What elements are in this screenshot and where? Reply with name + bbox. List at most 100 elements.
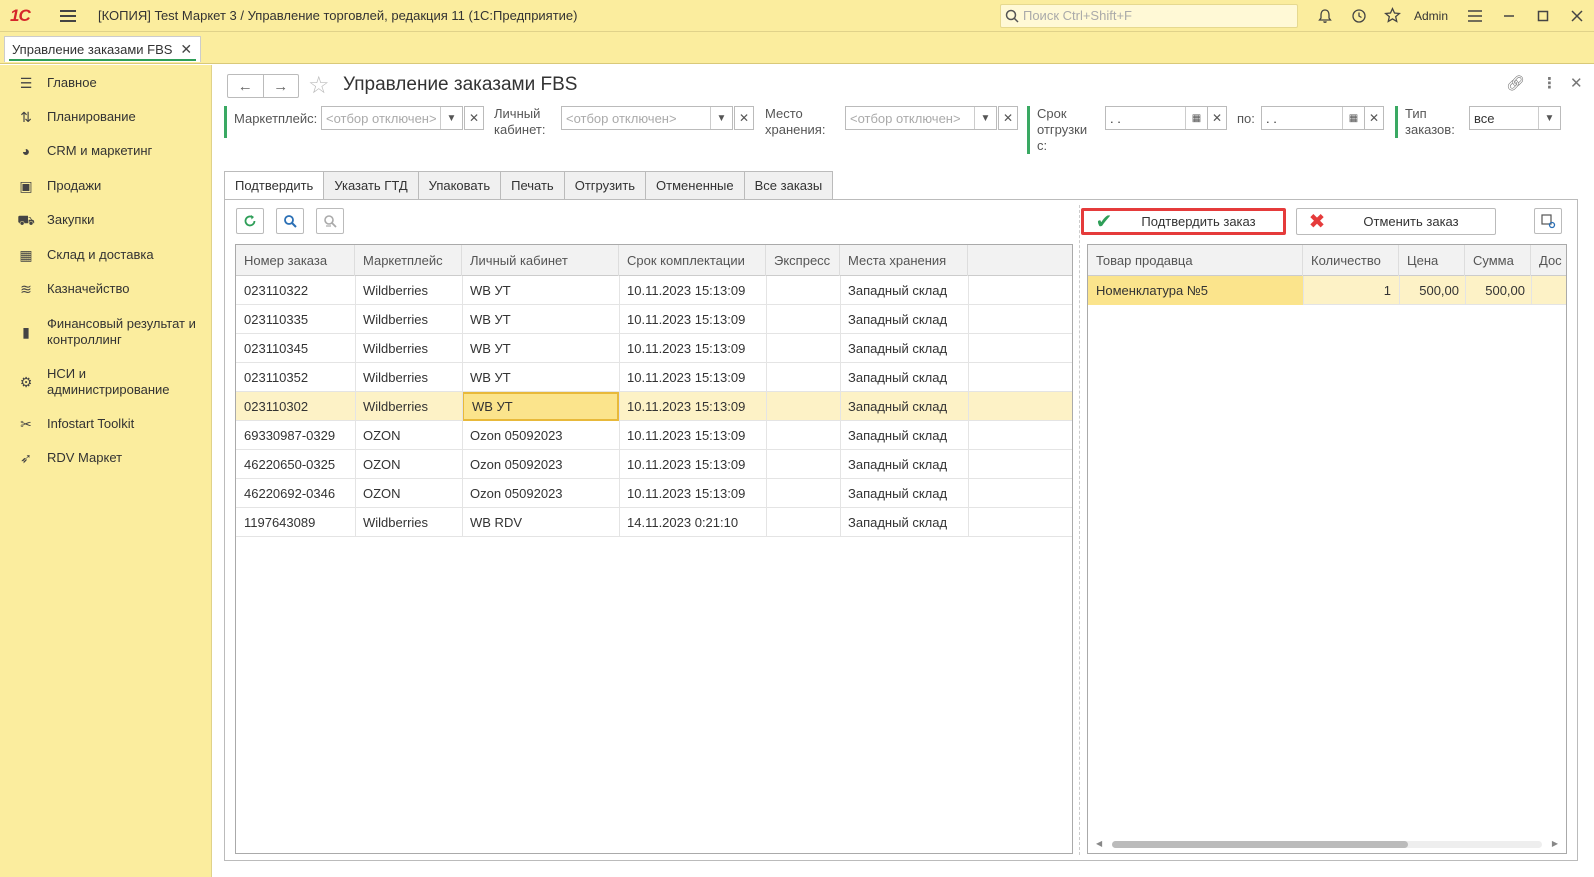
sidebar-item-rdv[interactable]: ➶ RDV Маркет	[0, 450, 212, 466]
history-icon[interactable]	[1342, 0, 1376, 32]
column-header[interactable]: Срок комплектации	[619, 245, 766, 276]
cabinet-filter[interactable]: <отбор отключен> ▼	[561, 106, 733, 130]
sidebar-item-infostart[interactable]: ✂ Infostart Toolkit	[0, 416, 212, 432]
order-type-select[interactable]: все ▼	[1469, 106, 1561, 130]
clear-search-button[interactable]	[316, 208, 344, 234]
horizontal-scrollbar[interactable]: ◀ ▶	[1096, 839, 1558, 849]
minimize-icon[interactable]	[1492, 0, 1526, 32]
ship-to-clear-icon[interactable]: ✕	[1364, 106, 1384, 130]
tab-print[interactable]: Печать	[501, 171, 565, 200]
table-row[interactable]: 023110322 Wildberries WB УТ 10.11.2023 15:1…	[236, 276, 1072, 305]
open-tab-fbs[interactable]: Управление заказами FBS ✕	[4, 36, 202, 62]
sidebar-item-admin[interactable]: ⚙ НСИ и администрирование	[0, 366, 212, 398]
table-row[interactable]: 023110302 Wildberries WB УТ 10.11.2023 15:1…	[236, 392, 1072, 421]
user-name[interactable]: Admin	[1414, 9, 1448, 23]
back-arrow-icon[interactable]: ←	[228, 75, 264, 97]
table-row[interactable]: 46220692-0346 OZON Ozon 05092023 10.11.2023…	[236, 479, 1072, 508]
link-icon[interactable]: 🔗︎	[1506, 74, 1525, 92]
bar-chart-icon: ▮	[22, 324, 30, 340]
refresh-button[interactable]	[236, 208, 264, 234]
column-header[interactable]: Личный кабинет	[462, 245, 619, 276]
sidebar-item-warehouse[interactable]: ▦ Склад и доставка	[0, 247, 212, 263]
sidebar-item-crm[interactable]: ◕ CRM и маркетинг	[0, 143, 212, 159]
favorites-star-icon[interactable]	[1376, 0, 1410, 32]
sidebar-item-finance[interactable]: ▮ Финансовый результат и контроллинг	[0, 316, 212, 348]
table-cell: Западный склад	[848, 486, 948, 501]
table-row[interactable]: 023110345 Wildberries WB УТ 10.11.2023 15:1…	[236, 334, 1072, 363]
menu-lines-icon: ☰	[19, 75, 33, 91]
settings-lines-icon[interactable]	[1458, 0, 1492, 32]
global-search-input[interactable]: Поиск Ctrl+Shift+F	[999, 3, 1298, 28]
table-row[interactable]: 023110335 Wildberries WB УТ 10.11.2023 15:1…	[236, 305, 1072, 334]
column-header[interactable]: Сумма	[1465, 245, 1531, 276]
calendar-icon[interactable]: ▦	[1185, 107, 1207, 129]
scroll-thumb[interactable]	[1112, 841, 1408, 848]
ship-to-date-field[interactable]: . . ▦	[1261, 106, 1365, 130]
main-menu-icon[interactable]	[60, 9, 78, 23]
column-header[interactable]: Товар продавца	[1088, 245, 1303, 276]
column-header[interactable]: Цена	[1399, 245, 1465, 276]
dropdown-arrow-icon[interactable]: ▼	[710, 107, 732, 129]
forward-arrow-icon[interactable]: →	[264, 75, 299, 97]
close-form-icon[interactable]: ✕	[1570, 74, 1583, 92]
table-cell: 46220692-0346	[244, 486, 336, 501]
sidebar-item-purchases[interactable]: ⛟ Закупки	[0, 212, 212, 228]
dropdown-arrow-icon[interactable]: ▼	[1538, 107, 1560, 129]
settings-button[interactable]	[1534, 208, 1562, 234]
confirm-order-button[interactable]: ✔ Подтвердить заказ	[1081, 208, 1286, 235]
table-row[interactable]: 023110352 Wildberries WB УТ 10.11.2023 15:1…	[236, 363, 1072, 392]
search-button[interactable]	[276, 208, 304, 234]
dropdown-arrow-icon[interactable]: ▼	[440, 107, 462, 129]
marketplace-clear-icon[interactable]: ✕	[464, 106, 484, 130]
column-header[interactable]: Экспресс	[766, 245, 840, 276]
calendar-icon[interactable]: ▦	[1342, 107, 1364, 129]
table-cell	[766, 421, 840, 450]
table-cell: 1197643089	[244, 515, 316, 530]
table-cell	[766, 276, 840, 305]
cabinet-clear-icon[interactable]: ✕	[734, 106, 754, 130]
table-row[interactable]: 46220650-0325 OZON Ozon 05092023 10.11.2023…	[236, 450, 1072, 479]
table-cell: OZON	[363, 428, 401, 443]
ship-from-date-field[interactable]: . . ▦	[1105, 106, 1208, 130]
column-header[interactable]: Места хранения	[840, 245, 968, 276]
close-tab-icon[interactable]: ✕	[180, 41, 192, 58]
sidebar-item-main[interactable]: ☰ Главное	[0, 75, 212, 91]
sidebar-item-sales[interactable]: ▣ Продажи	[0, 178, 212, 194]
marketplace-filter[interactable]: <отбор отключен> ▼	[321, 106, 463, 130]
orders-table[interactable]: Номер заказа Маркетплейс Личный кабинет …	[235, 244, 1073, 854]
table-row[interactable]: 69330987-0329 OZON Ozon 05092023 10.11.2023…	[236, 421, 1072, 450]
sidebar-item-treasury[interactable]: ≋ Казначейство	[0, 281, 212, 297]
panel-splitter[interactable]	[1079, 205, 1080, 855]
maximize-icon[interactable]	[1526, 0, 1560, 32]
dropdown-arrow-icon[interactable]: ▼	[974, 107, 996, 129]
favorite-star-icon[interactable]: ☆	[308, 71, 330, 100]
table-row[interactable]: Номенклатура №5 1 500,00 500,00	[1088, 276, 1566, 305]
items-table[interactable]: Товар продавца Количество Цена Сумма Дос…	[1087, 244, 1567, 854]
sidebar-item-label: CRM и маркетинг	[47, 143, 153, 158]
table-cell	[766, 392, 840, 421]
column-header[interactable]: Количество	[1303, 245, 1399, 276]
sidebar-item-label: Продажи	[47, 178, 102, 193]
close-window-icon[interactable]	[1560, 0, 1594, 32]
bell-icon[interactable]	[1308, 0, 1342, 32]
tab-ship[interactable]: Отгрузить	[564, 171, 647, 200]
table-row[interactable]: 1197643089 Wildberries WB RDV 14.11.2023 0:…	[236, 508, 1072, 537]
storage-clear-icon[interactable]: ✕	[998, 106, 1018, 130]
ship-from-clear-icon[interactable]: ✕	[1207, 106, 1227, 130]
column-header[interactable]: Дос	[1531, 245, 1566, 276]
storage-filter[interactable]: <отбор отключен> ▼	[845, 106, 997, 130]
scroll-left-icon[interactable]: ◀	[1096, 839, 1102, 848]
tab-all-orders[interactable]: Все заказы	[744, 171, 834, 200]
marketplace-label: Маркетплейс:	[234, 111, 318, 126]
sidebar-item-planning[interactable]: ⇅ Планирование	[0, 109, 212, 125]
tab-confirm[interactable]: Подтвердить	[224, 171, 325, 200]
cancel-order-button[interactable]: ✖ Отменить заказ	[1296, 208, 1496, 235]
tab-cancelled[interactable]: Отмененные	[646, 171, 745, 200]
tab-pack[interactable]: Упаковать	[418, 171, 502, 200]
column-header[interactable]: Маркетплейс	[355, 245, 462, 276]
more-vertical-icon[interactable]: ⋮	[1542, 74, 1557, 92]
tab-specify-gtd[interactable]: Указать ГТД	[324, 171, 419, 200]
table-cell: 10.11.2023 15:13:09	[627, 399, 746, 414]
scroll-right-icon[interactable]: ▶	[1552, 839, 1558, 848]
column-header[interactable]: Номер заказа	[236, 245, 355, 276]
